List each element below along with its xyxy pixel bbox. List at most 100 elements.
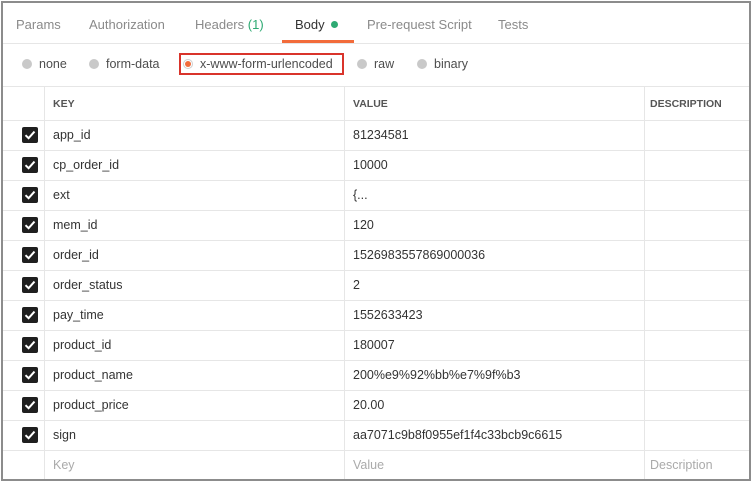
checkbox-cell bbox=[3, 241, 44, 270]
table-row: product_price 20.00 bbox=[3, 390, 749, 420]
checkmark-icon bbox=[24, 340, 36, 350]
radio-raw[interactable]: raw bbox=[357, 44, 394, 86]
checkbox-cell bbox=[3, 361, 44, 390]
radio-none[interactable]: none bbox=[22, 44, 67, 86]
row-checkbox[interactable] bbox=[22, 367, 38, 383]
row-checkbox[interactable] bbox=[22, 187, 38, 203]
param-value[interactable]: 1552633423 bbox=[344, 301, 644, 330]
table-row: app_id 81234581 bbox=[3, 120, 749, 150]
param-key[interactable]: order_id bbox=[44, 241, 344, 270]
param-key[interactable]: product_name bbox=[44, 361, 344, 390]
param-value[interactable]: 120 bbox=[344, 211, 644, 240]
param-description[interactable] bbox=[644, 421, 749, 450]
request-tabs: Params Authorization Headers (1) Body Pr… bbox=[3, 3, 749, 44]
new-param-row: Key Value Description bbox=[3, 450, 749, 479]
param-description[interactable] bbox=[644, 271, 749, 300]
param-description[interactable] bbox=[644, 121, 749, 150]
param-description[interactable] bbox=[644, 151, 749, 180]
param-value[interactable]: 10000 bbox=[344, 151, 644, 180]
table-row: product_name 200%e9%92%bb%e7%9f%b3 bbox=[3, 360, 749, 390]
table-row: pay_time 1552633423 bbox=[3, 300, 749, 330]
param-key[interactable]: app_id bbox=[44, 121, 344, 150]
header-description: DESCRIPTION bbox=[644, 87, 749, 120]
param-key[interactable]: pay_time bbox=[44, 301, 344, 330]
param-key[interactable]: cp_order_id bbox=[44, 151, 344, 180]
header-key: KEY bbox=[44, 87, 344, 120]
param-value[interactable]: 200%e9%92%bb%e7%9f%b3 bbox=[344, 361, 644, 390]
tab-label: Tests bbox=[498, 17, 529, 32]
request-editor: Params Authorization Headers (1) Body Pr… bbox=[1, 1, 751, 481]
param-description[interactable] bbox=[644, 241, 749, 270]
tab-label: Authorization bbox=[89, 17, 165, 32]
param-description[interactable] bbox=[644, 331, 749, 360]
checkbox-cell bbox=[3, 151, 44, 180]
checkbox-cell bbox=[3, 301, 44, 330]
param-description[interactable] bbox=[644, 391, 749, 420]
new-key-input[interactable]: Key bbox=[44, 451, 344, 479]
param-key[interactable]: sign bbox=[44, 421, 344, 450]
table-row: order_status 2 bbox=[3, 270, 749, 300]
param-value[interactable]: 2 bbox=[344, 271, 644, 300]
radio-circle-icon bbox=[357, 59, 367, 69]
tab-label: Body bbox=[295, 17, 325, 32]
param-value[interactable]: 1526983557869000036 bbox=[344, 241, 644, 270]
param-key[interactable]: mem_id bbox=[44, 211, 344, 240]
checkbox-cell bbox=[3, 331, 44, 360]
param-value[interactable]: 180007 bbox=[344, 331, 644, 360]
highlight-annotation bbox=[179, 53, 344, 75]
row-checkbox[interactable] bbox=[22, 127, 38, 143]
checkmark-icon bbox=[24, 430, 36, 440]
table-row: ext {... bbox=[3, 180, 749, 210]
radio-circle-icon bbox=[22, 59, 32, 69]
checkbox-cell bbox=[3, 181, 44, 210]
checkmark-icon bbox=[24, 370, 36, 380]
row-checkbox[interactable] bbox=[22, 217, 38, 233]
row-checkbox[interactable] bbox=[22, 307, 38, 323]
checkmark-icon bbox=[24, 130, 36, 140]
new-value-input[interactable]: Value bbox=[344, 451, 644, 479]
param-description[interactable] bbox=[644, 301, 749, 330]
checkmark-icon bbox=[24, 250, 36, 260]
tab-body[interactable]: Body bbox=[295, 3, 338, 43]
checkmark-icon bbox=[24, 190, 36, 200]
table-bottom-border bbox=[3, 480, 749, 481]
param-value[interactable]: {... bbox=[344, 181, 644, 210]
table-row: order_id 1526983557869000036 bbox=[3, 240, 749, 270]
param-value[interactable]: aa7071c9b8f0955ef1f4c33bcb9c6615 bbox=[344, 421, 644, 450]
tab-authorization[interactable]: Authorization bbox=[89, 3, 165, 43]
new-description-input[interactable]: Description bbox=[644, 451, 749, 479]
radio-label: none bbox=[39, 57, 67, 71]
param-description[interactable] bbox=[644, 361, 749, 390]
active-tab-indicator bbox=[282, 40, 354, 43]
param-description[interactable] bbox=[644, 211, 749, 240]
tab-params[interactable]: Params bbox=[16, 3, 61, 43]
row-checkbox[interactable] bbox=[22, 337, 38, 353]
tab-headers[interactable]: Headers (1) bbox=[195, 3, 264, 43]
tab-pre-request-script[interactable]: Pre-request Script bbox=[367, 3, 472, 43]
header-value: VALUE bbox=[344, 87, 644, 120]
checkmark-icon bbox=[24, 310, 36, 320]
radio-label: raw bbox=[374, 57, 395, 71]
param-value[interactable]: 20.00 bbox=[344, 391, 644, 420]
row-checkbox[interactable] bbox=[22, 157, 38, 173]
row-checkbox[interactable] bbox=[22, 427, 38, 443]
param-key[interactable]: product_price bbox=[44, 391, 344, 420]
tab-label: Params bbox=[16, 17, 61, 32]
tab-tests[interactable]: Tests bbox=[498, 3, 528, 43]
row-checkbox[interactable] bbox=[22, 277, 38, 293]
checkbox-cell bbox=[3, 211, 44, 240]
row-checkbox[interactable] bbox=[22, 247, 38, 263]
param-value[interactable]: 81234581 bbox=[344, 121, 644, 150]
param-key[interactable]: ext bbox=[44, 181, 344, 210]
param-description[interactable] bbox=[644, 181, 749, 210]
params-table: KEY VALUE DESCRIPTION app_id 81234581 cp_o… bbox=[3, 86, 749, 481]
radio-form-data[interactable]: form-data bbox=[89, 44, 160, 86]
table-row: mem_id 120 bbox=[3, 210, 749, 240]
radio-binary[interactable]: binary bbox=[417, 44, 468, 86]
param-key[interactable]: product_id bbox=[44, 331, 344, 360]
row-checkbox[interactable] bbox=[22, 397, 38, 413]
param-key[interactable]: order_status bbox=[44, 271, 344, 300]
checkbox-cell bbox=[3, 421, 44, 450]
header-checkbox-column bbox=[3, 87, 44, 120]
checkbox-cell bbox=[3, 121, 44, 150]
